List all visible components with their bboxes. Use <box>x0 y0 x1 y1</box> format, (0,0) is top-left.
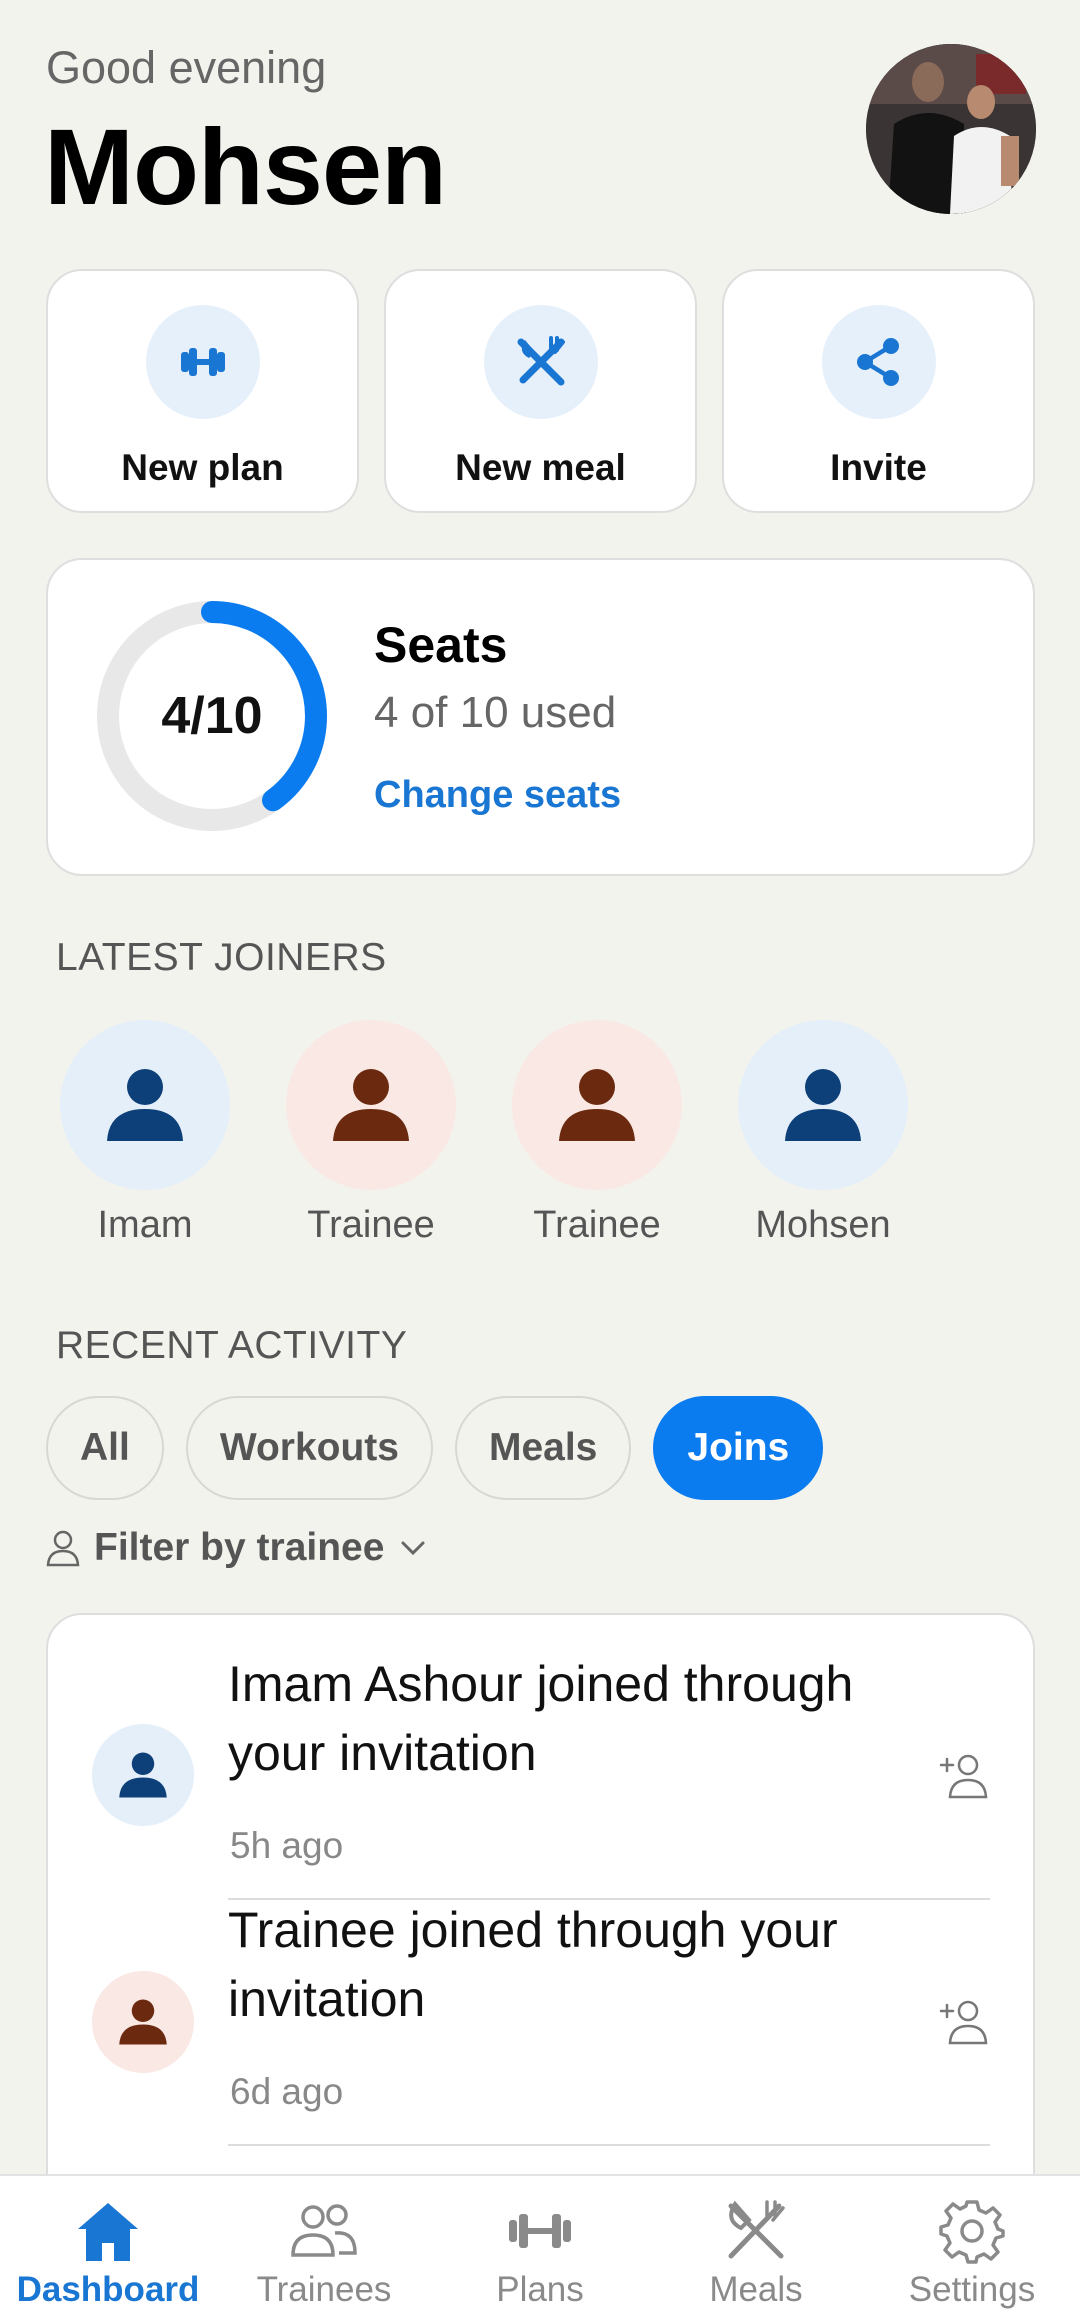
person-icon <box>92 1971 194 2073</box>
nav-label: Dashboard <box>16 2270 200 2309</box>
invite-label: Invite <box>830 447 927 488</box>
dumbbell-icon <box>505 2196 575 2266</box>
activity-filter-chips: All Workouts Meals Joins <box>46 1396 824 1500</box>
nav-meals[interactable]: Meals <box>648 2176 864 2313</box>
greeting-text: Good evening <box>46 42 327 93</box>
chip-workouts[interactable]: Workouts <box>185 1396 433 1500</box>
chevron-down-icon <box>401 1541 425 1556</box>
person-icon <box>286 1020 456 1190</box>
new-meal-button[interactable]: New meal <box>384 269 697 513</box>
latest-joiners-list: Imam Trainee Trainee Mohsen <box>60 1020 908 1247</box>
bottom-navigation: Dashboard Trainees Plans Meals Settings <box>0 2174 1080 2313</box>
joiner-name: Mohsen <box>755 1204 891 1246</box>
new-plan-label: New plan <box>121 447 284 488</box>
add-person-icon[interactable] <box>938 1997 990 2052</box>
nav-plans[interactable]: Plans <box>432 2176 648 2313</box>
utensils-icon <box>723 2196 789 2266</box>
seats-card: 4/10 Seats 4 of 10 used Change seats <box>46 558 1035 876</box>
chip-joins[interactable]: Joins <box>653 1396 824 1500</box>
new-meal-label: New meal <box>455 447 626 488</box>
share-icon <box>821 305 936 419</box>
profile-photo-icon <box>866 44 1036 214</box>
activity-time: 6d ago <box>230 2071 344 2112</box>
change-seats-link[interactable]: Change seats <box>374 774 621 817</box>
divider <box>228 2144 990 2146</box>
joiner-item[interactable]: Trainee <box>286 1020 456 1247</box>
activity-time: 5h ago <box>230 1825 344 1866</box>
gear-icon <box>939 2196 1005 2266</box>
nav-label: Trainees <box>256 2270 392 2309</box>
filter-by-trainee-label: Filter by trainee <box>94 1526 385 1569</box>
profile-avatar[interactable] <box>866 44 1036 214</box>
activity-text: Imam Ashour joined through your invitati… <box>228 1656 854 1781</box>
person-icon <box>92 1724 194 1826</box>
invite-button[interactable]: Invite <box>722 269 1035 513</box>
nav-label: Plans <box>496 2270 584 2309</box>
add-person-icon[interactable] <box>938 1751 990 1806</box>
recent-activity-title: RECENT ACTIVITY <box>56 1324 408 1367</box>
joiner-name: Imam <box>97 1204 193 1246</box>
dumbbell-icon <box>145 305 260 419</box>
user-name-heading: Mohsen <box>44 106 447 227</box>
activity-text: Trainee joined through your invitation <box>228 1902 838 2027</box>
filter-by-trainee-dropdown[interactable]: Filter by trainee <box>46 1526 428 1570</box>
chip-meals[interactable]: Meals <box>454 1396 632 1500</box>
quick-actions: New plan New meal Invite <box>46 269 1035 513</box>
new-plan-button[interactable]: New plan <box>46 269 359 513</box>
person-outline-icon <box>46 1530 80 1567</box>
nav-settings[interactable]: Settings <box>864 2176 1080 2313</box>
home-icon <box>74 2196 142 2266</box>
dashboard-screen: Good evening Mohsen New plan New meal In… <box>0 0 1080 2313</box>
latest-joiners-title: LATEST JOINERS <box>56 936 387 979</box>
nav-label: Settings <box>908 2270 1036 2309</box>
joiner-item[interactable]: Mohsen <box>738 1020 908 1247</box>
nav-label: Meals <box>709 2270 803 2309</box>
joiner-name: Trainee <box>307 1204 435 1246</box>
seats-title: Seats <box>374 617 508 673</box>
joiner-name: Trainee <box>533 1204 661 1246</box>
person-icon <box>512 1020 682 1190</box>
person-icon <box>738 1020 908 1190</box>
joiner-item[interactable]: Imam <box>60 1020 230 1247</box>
seats-ring-label: 4/10 <box>161 687 263 745</box>
nav-dashboard[interactable]: Dashboard <box>0 2176 216 2313</box>
seats-usage-text: 4 of 10 used <box>374 688 617 737</box>
people-icon <box>289 2196 359 2266</box>
utensils-icon <box>483 305 598 419</box>
person-icon <box>60 1020 230 1190</box>
joiner-item[interactable]: Trainee <box>512 1020 682 1247</box>
chip-all[interactable]: All <box>46 1396 164 1500</box>
nav-trainees[interactable]: Trainees <box>216 2176 432 2313</box>
